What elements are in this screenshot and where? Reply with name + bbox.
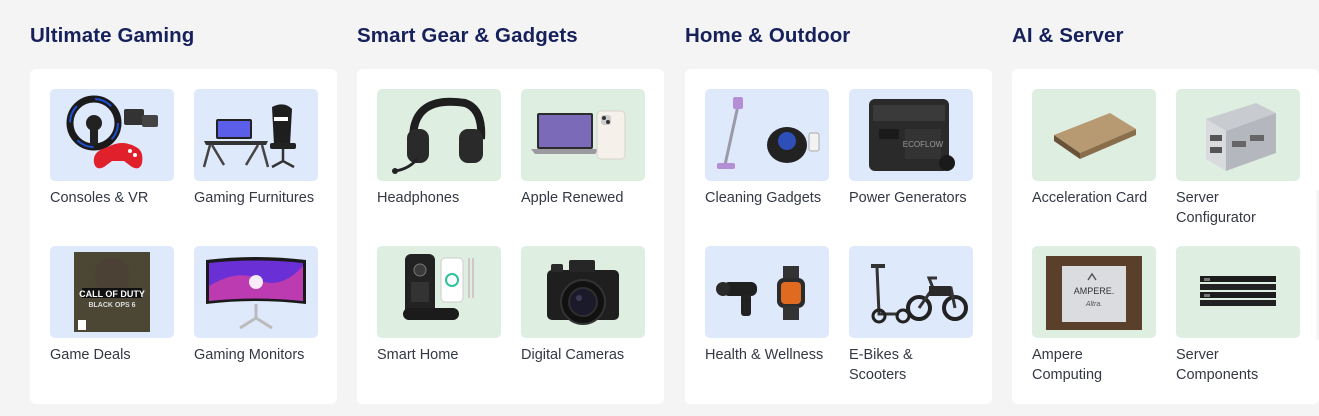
power-station-icon: ECOFLOW: [849, 89, 973, 181]
tile-label: Gaming Furnitures: [194, 190, 315, 206]
tile-label: Server Configurator: [1176, 190, 1256, 226]
svg-text:BLACK OPS 6: BLACK OPS 6: [88, 302, 135, 309]
category-card: Cleaning Gadgets ECOFLOW Power Generator…: [685, 69, 992, 404]
category-card: Consoles & VR Gaming Furnitures CALL OF …: [30, 69, 337, 404]
tile-label: Consoles & VR: [50, 190, 149, 206]
section-title: Ultimate Gaming: [30, 24, 195, 47]
tile-acceleration-card[interactable]: Acceleration Card: [1032, 89, 1156, 208]
laptop-phone-icon: [521, 89, 645, 181]
tile-label: Power Generators: [849, 190, 967, 206]
chip-brand-text: AMPERE.: [1074, 286, 1115, 296]
tile-ebikes-scooters[interactable]: E-Bikes & Scooters: [849, 246, 973, 385]
tile-digital-cameras[interactable]: Digital Cameras: [521, 246, 645, 365]
headset-icon: [377, 89, 501, 181]
tile-label: Digital Cameras: [521, 347, 625, 363]
smart-lock-icon: [377, 246, 501, 338]
tile-server-configurator[interactable]: Server Configurator: [1176, 89, 1300, 228]
tile-label: Smart Home: [377, 347, 459, 363]
category-card: Acceleration Card Server Configurator AM…: [1012, 69, 1319, 404]
tile-label: Acceleration Card: [1032, 190, 1148, 206]
tile-headphones[interactable]: Headphones: [377, 89, 501, 208]
tile-label: Ampere Computing: [1032, 347, 1103, 383]
tile-ampere-computing[interactable]: AMPERE. Altra. Ampere Computing: [1032, 246, 1156, 385]
tile-label: Server Components: [1176, 347, 1259, 383]
scroll-edge-shadow: [1315, 190, 1319, 340]
section-title: Home & Outdoor: [685, 24, 851, 47]
tile-health-wellness[interactable]: Health & Wellness: [705, 246, 829, 365]
tile-label: Headphones: [377, 190, 460, 206]
tile-game-deals[interactable]: CALL OF DUTY BLACK OPS 6 Game Deals: [50, 246, 174, 365]
gaming-desk-chair-icon: [194, 89, 318, 181]
tile-gaming-furnitures[interactable]: Gaming Furnitures: [194, 89, 318, 208]
game-box-icon: CALL OF DUTY BLACK OPS 6: [50, 246, 174, 338]
category-card: Headphones Apple Renewed Smart Home Digi…: [357, 69, 664, 404]
curved-monitor-icon: [194, 246, 318, 338]
racing-wheel-controller-icon: [50, 89, 174, 181]
scooter-bike-icon: [849, 246, 973, 338]
tile-label: Game Deals: [50, 347, 131, 363]
massage-gun-watch-icon: [705, 246, 829, 338]
tile-server-components[interactable]: Server Components: [1176, 246, 1300, 385]
section-title: AI & Server: [1012, 24, 1124, 47]
tile-power-generators[interactable]: ECOFLOW Power Generators: [849, 89, 973, 208]
svg-text:ECOFLOW: ECOFLOW: [903, 140, 944, 149]
tile-label: E-Bikes & Scooters: [849, 347, 913, 383]
tile-smart-home[interactable]: Smart Home: [377, 246, 501, 365]
ampere-chip-icon: AMPERE. Altra.: [1032, 246, 1156, 338]
memory-modules-icon: [1176, 246, 1300, 338]
camera-icon: [521, 246, 645, 338]
svg-text:CALL OF DUTY: CALL OF DUTY: [79, 289, 145, 299]
section-title: Smart Gear & Gadgets: [357, 24, 578, 47]
gpu-card-icon: [1032, 89, 1156, 181]
vacuum-robot-icon: [705, 89, 829, 181]
tile-label: Gaming Monitors: [194, 347, 305, 363]
server-rack-icon: [1176, 89, 1300, 181]
tile-cleaning-gadgets[interactable]: Cleaning Gadgets: [705, 89, 829, 208]
chip-model-text: Altra.: [1085, 301, 1102, 308]
tile-consoles-vr[interactable]: Consoles & VR: [50, 89, 174, 208]
tile-label: Health & Wellness: [705, 347, 824, 363]
tile-apple-renewed[interactable]: Apple Renewed: [521, 89, 645, 208]
tile-gaming-monitors[interactable]: Gaming Monitors: [194, 246, 318, 365]
tile-label: Apple Renewed: [521, 190, 624, 206]
tile-label: Cleaning Gadgets: [705, 190, 822, 206]
